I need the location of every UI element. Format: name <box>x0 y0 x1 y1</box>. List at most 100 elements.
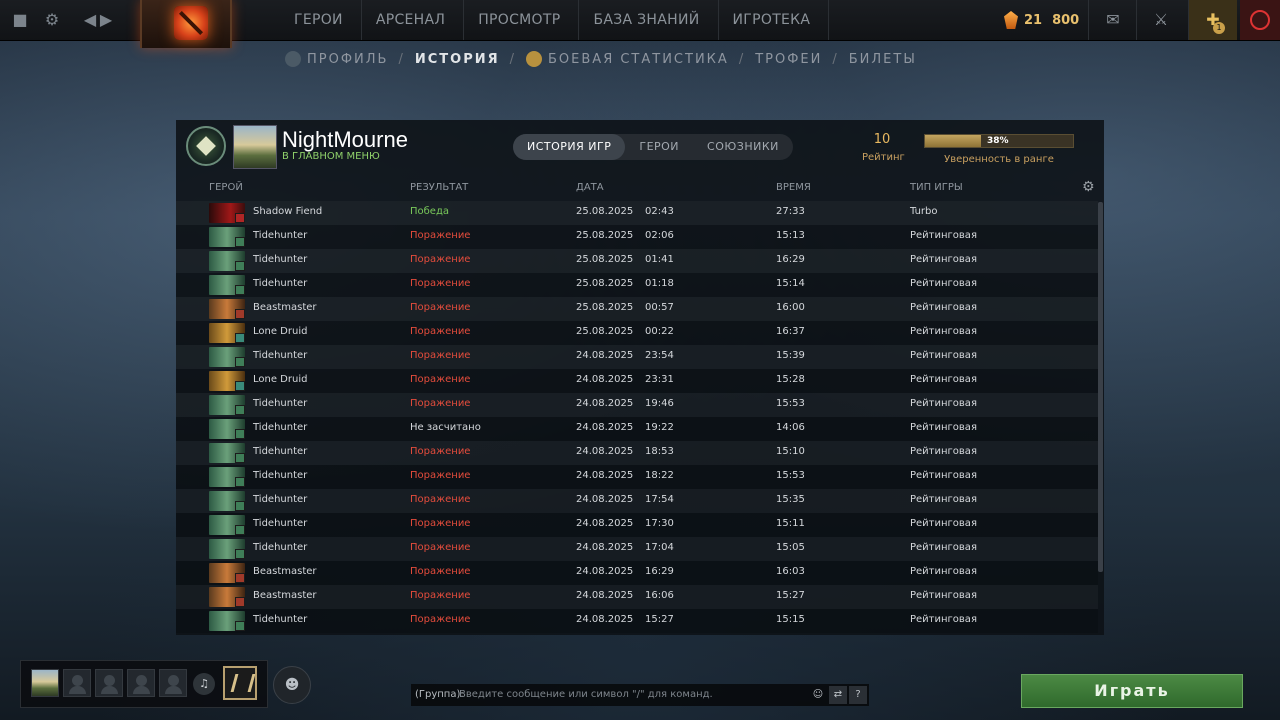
battle-pass-icon[interactable] <box>223 666 257 700</box>
exit-button[interactable] <box>1240 0 1280 40</box>
table-row[interactable]: Tidehunter Поражение 25.08.2025 01:41 16:29 Р… <box>176 249 1098 273</box>
table-row[interactable]: Tidehunter Поражение 24.08.2025 17:04 15:05 Р… <box>176 537 1098 561</box>
play-button[interactable]: Играть <box>1021 674 1243 708</box>
match-result: Поражение <box>410 470 471 481</box>
party-slot-empty[interactable] <box>127 669 155 697</box>
tab-heroes[interactable]: Герои <box>625 134 693 160</box>
table-row[interactable]: Tidehunter Поражение 24.08.2025 23:54 15:39 Р… <box>176 345 1098 369</box>
table-row[interactable]: Tidehunter Не засчитано 24.08.2025 19:22 14:… <box>176 417 1098 441</box>
scrollbar[interactable] <box>1098 202 1103 572</box>
hero-name: Tidehunter <box>253 494 308 505</box>
match-date: 24.08.2025 <box>576 494 634 505</box>
match-result: Победа <box>410 206 449 217</box>
chat-popout-icon[interactable]: ⇄ <box>829 686 847 704</box>
tab-match-history[interactable]: История игр <box>513 134 626 160</box>
hero-portrait-icon <box>209 395 245 415</box>
subnav-profile[interactable]: Профиль <box>307 52 388 67</box>
table-settings-gear-icon[interactable]: ⚙ <box>1082 180 1096 194</box>
role-icon <box>235 237 245 247</box>
match-time: 01:41 <box>645 254 674 265</box>
confidence-fill <box>925 135 982 147</box>
avatar[interactable] <box>233 125 277 169</box>
match-time: 02:06 <box>645 230 674 241</box>
table-row[interactable]: Tidehunter Поражение 24.08.2025 17:30 15:11 Р… <box>176 513 1098 537</box>
match-date: 24.08.2025 <box>576 422 634 433</box>
match-duration: 15:35 <box>776 494 805 505</box>
role-icon <box>235 261 245 271</box>
subnav-history[interactable]: История <box>415 52 500 67</box>
chat-input[interactable]: Введите сообщение или символ "/" для ком… <box>459 684 713 706</box>
hero-portrait-icon <box>209 275 245 295</box>
game-type: Рейтинговая <box>910 254 977 265</box>
rating-label: Рейтинг <box>862 152 905 163</box>
forward-arrow-icon[interactable]: ▶ <box>96 10 116 30</box>
subnav-stats[interactable]: Боевая статистика <box>548 52 729 67</box>
role-icon <box>235 477 245 487</box>
subnav-trophies[interactable]: Трофеи <box>755 52 822 67</box>
plus-button[interactable]: ✚ 1 <box>1188 0 1237 40</box>
dota-menu-icon[interactable]: ■ <box>10 10 30 30</box>
table-row[interactable]: Tidehunter Поражение 25.08.2025 02:06 15:13 Р… <box>176 225 1098 249</box>
nav-armory[interactable]: Арсенал <box>372 0 465 40</box>
table-row[interactable]: Tidehunter Поражение 24.08.2025 18:22 15:53 Р… <box>176 465 1098 489</box>
table-row[interactable]: Lone Druid Поражение 25.08.2025 00:22 16:37 Р… <box>176 321 1098 345</box>
hero-name: Tidehunter <box>253 230 308 241</box>
rank-medal-icon[interactable] <box>186 126 226 166</box>
party-slot-self[interactable] <box>31 669 59 697</box>
power-icon <box>1250 10 1270 30</box>
tab-allies[interactable]: Союзники <box>693 134 793 160</box>
game-type: Рейтинговая <box>910 422 977 433</box>
role-icon <box>235 549 245 559</box>
game-type: Рейтинговая <box>910 230 977 241</box>
mail-button[interactable]: ✉ <box>1088 0 1137 40</box>
nav-watch[interactable]: Просмотр <box>474 0 580 40</box>
table-row[interactable]: Shadow Fiend Победа 25.08.2025 02:43 27:33 Tu… <box>176 201 1098 225</box>
currency-display[interactable]: 21 800 <box>1004 6 1089 34</box>
rank-confidence: 38% Уверенность в ранге <box>924 134 1074 165</box>
nav-heroes[interactable]: Герои <box>290 0 362 40</box>
header-hero: Герой <box>209 182 243 193</box>
table-row[interactable]: Lone Druid Поражение 24.08.2025 23:31 15:28 Р… <box>176 369 1098 393</box>
rating-block: 10 Рейтинг <box>862 132 905 163</box>
table-row[interactable]: Beastmaster Поражение 24.08.2025 16:06 15:27… <box>176 585 1098 609</box>
match-date: 24.08.2025 <box>576 614 634 625</box>
voice-chat-icon[interactable]: ♫ <box>193 673 215 695</box>
match-duration: 15:13 <box>776 230 805 241</box>
settings-gear-icon[interactable]: ⚙ <box>42 10 62 30</box>
header-result: Результат <box>410 182 469 193</box>
table-row[interactable]: Beastmaster Поражение 25.08.2025 00:57 16:00… <box>176 297 1098 321</box>
match-duration: 15:14 <box>776 278 805 289</box>
main-nav: Герои Арсенал Просмотр База знаний Игрот… <box>290 0 839 40</box>
table-row[interactable]: Tidehunter Поражение 25.08.2025 01:18 15:14 Р… <box>176 273 1098 297</box>
nav-arcade[interactable]: Игротека <box>729 0 830 40</box>
armory-button[interactable]: ⚔ <box>1136 0 1185 40</box>
emoji-icon[interactable]: ☺ <box>809 686 827 704</box>
hero-portrait-icon <box>209 251 245 271</box>
party-slot-empty[interactable] <box>95 669 123 697</box>
header-duration: Время <box>776 182 811 193</box>
sword-shield-icon: ⚔ <box>1153 10 1169 29</box>
table-row[interactable]: Beastmaster Поражение 24.08.2025 16:29 16:03… <box>176 561 1098 585</box>
dota-logo-button[interactable] <box>140 0 232 48</box>
match-date: 25.08.2025 <box>576 206 634 217</box>
hero-portrait-icon <box>209 611 245 631</box>
party-slot-empty[interactable] <box>63 669 91 697</box>
subnav-separator: / <box>509 51 517 67</box>
party-slot-empty[interactable] <box>159 669 187 697</box>
nav-learn[interactable]: База знаний <box>589 0 719 40</box>
table-row[interactable]: Tidehunter Поражение 24.08.2025 17:54 15:35 Р… <box>176 489 1098 513</box>
chat-channel[interactable]: (Группа): <box>415 684 464 706</box>
dota-logo-icon <box>174 6 208 40</box>
role-icon <box>235 213 245 223</box>
friends-icon[interactable]: ☻ <box>273 666 311 704</box>
game-type: Рейтинговая <box>910 518 977 529</box>
table-row[interactable]: Tidehunter Поражение 24.08.2025 15:27 15:15 Р… <box>176 609 1098 633</box>
match-result: Поражение <box>410 254 471 265</box>
subnav-tickets[interactable]: Билеты <box>849 52 917 67</box>
match-time: 17:30 <box>645 518 674 529</box>
table-row[interactable]: Tidehunter Поражение 24.08.2025 19:46 15:53 Р… <box>176 393 1098 417</box>
hero-name: Lone Druid <box>253 374 308 385</box>
match-date: 24.08.2025 <box>576 470 634 481</box>
table-row[interactable]: Tidehunter Поражение 24.08.2025 18:53 15:10 Р… <box>176 441 1098 465</box>
help-icon[interactable]: ? <box>849 686 867 704</box>
